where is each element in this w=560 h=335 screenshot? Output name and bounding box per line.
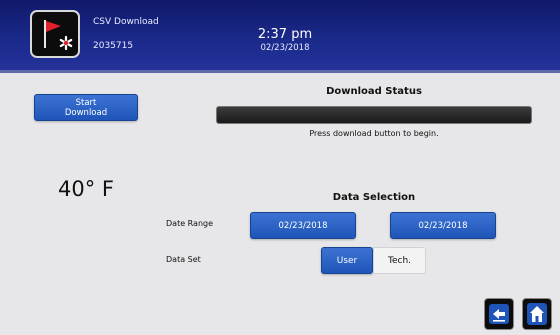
date-range-end-button[interactable]: 02/23/2018 (390, 212, 496, 239)
start-download-button[interactable]: Start Download (34, 94, 138, 121)
date-range-label: Date Range (166, 219, 214, 228)
data-set-user-toggle[interactable]: User (321, 247, 373, 274)
clock-date: 02/23/2018 (260, 43, 310, 53)
download-status-message: Press download button to begin. (309, 129, 439, 138)
header-bar: CSV Download 2035715 2:37 pm 02/23/2018 (0, 0, 560, 73)
csv-download-screen: CSV Download 2035715 2:37 pm 02/23/2018 … (0, 0, 560, 335)
flag-alert-icon (30, 10, 80, 58)
start-download-label-line2: Download (64, 107, 108, 118)
serial-number: 2035715 (93, 41, 134, 51)
data-selection-title: Data Selection (332, 192, 416, 203)
clock-time: 2:37 pm (257, 27, 313, 42)
data-set-tech-toggle[interactable]: Tech. (373, 247, 426, 274)
data-set-label: Data Set (166, 255, 201, 264)
start-download-label-line1: Start (75, 97, 97, 108)
download-status-title: Download Status (326, 86, 422, 97)
back-button[interactable] (484, 298, 514, 330)
back-arrow-icon (489, 304, 509, 324)
download-progress-bar (216, 106, 532, 124)
temperature-readout: 40° F (58, 177, 114, 201)
date-range-start-button[interactable]: 02/23/2018 (250, 212, 356, 239)
screen-title: CSV Download (93, 17, 159, 27)
home-icon (527, 303, 547, 325)
home-button[interactable] (522, 298, 552, 330)
